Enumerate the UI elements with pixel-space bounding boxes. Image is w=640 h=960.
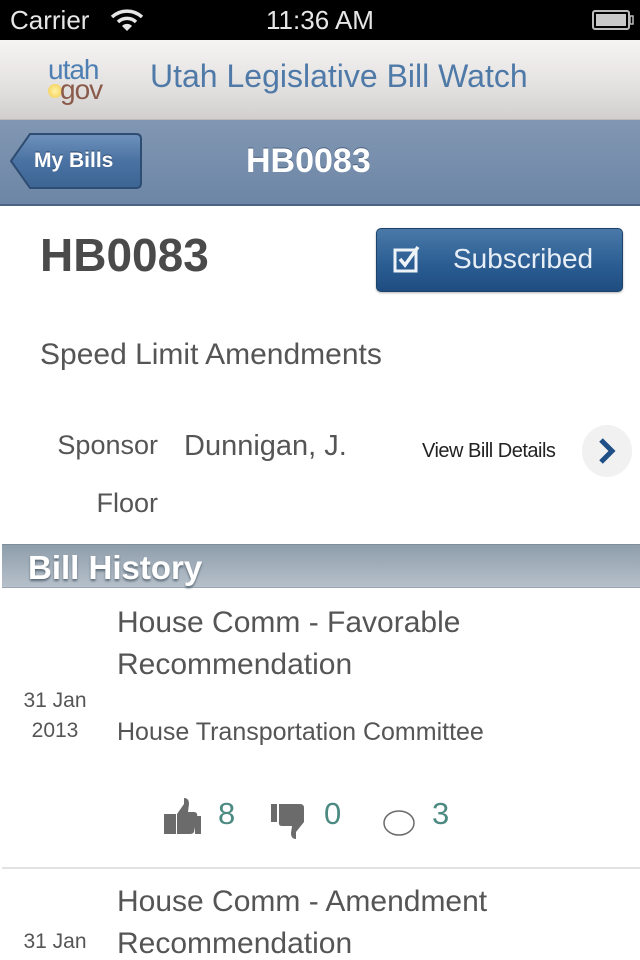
history-action: House Comm - Favorable Recommendation	[117, 602, 617, 686]
history-action-line1: House Comm - Favorable	[117, 606, 461, 639]
history-date-day: 31 Jan	[23, 930, 87, 953]
nav-title: HB0083	[246, 142, 371, 180]
floor-label: Floor	[96, 488, 158, 518]
back-button-my-bills[interactable]: My Bills	[10, 132, 142, 190]
sponsor-label: Sponsor	[57, 430, 158, 460]
history-action-line1: House Comm - Amendment	[117, 885, 488, 918]
logo-gov-text: gov	[60, 74, 103, 105]
history-date: 31 Jan 2013	[0, 686, 110, 746]
view-bill-details-link[interactable]: View Bill Details	[422, 440, 556, 463]
bill-id-heading: HB0083	[40, 229, 209, 281]
subscribe-button[interactable]: Subscribed	[376, 228, 623, 292]
battery-icon	[592, 10, 634, 30]
history-date-day: 31 Jan	[23, 689, 87, 712]
history-action-line2: Recommendation	[117, 927, 353, 960]
history-action: House Comm - Amendment Recommendation	[117, 881, 617, 960]
app-title: Utah Legislative Bill Watch	[150, 58, 528, 94]
bill-history-header: Bill History	[2, 544, 640, 588]
chevron-right-icon	[599, 438, 616, 464]
history-date-year: 2013	[31, 719, 79, 742]
absent-vote-count: 3	[432, 796, 450, 831]
subscribe-button-label: Subscribed	[453, 243, 594, 274]
checkbox-checked-icon	[393, 245, 420, 273]
bill-title: Speed Limit Amendments	[40, 338, 382, 371]
history-committee: House Transportation Committee	[117, 718, 484, 746]
history-action-line2: Recommendation	[117, 648, 353, 681]
absent-circle-icon	[383, 810, 415, 836]
bill-history-title: Bill History	[28, 549, 203, 586]
history-item[interactable]: House Comm - Amendment Recommendation 31…	[0, 869, 640, 960]
thumbs-up-icon	[164, 798, 201, 834]
no-vote-count: 0	[324, 796, 342, 831]
history-date: 31 Jan	[0, 927, 110, 957]
view-bill-details-button[interactable]	[582, 425, 632, 477]
back-button-label: My Bills	[34, 149, 114, 172]
clock: 11:36 AM	[266, 5, 374, 35]
sponsor-value: Dunnigan, J.	[184, 430, 347, 462]
vote-tally: 8 0 3	[0, 796, 640, 840]
status-bar: Carrier 11:36 AM	[0, 0, 640, 40]
yes-vote-count: 8	[218, 796, 236, 831]
utah-gov-logo: utah gov	[44, 52, 116, 108]
thumbs-down-icon	[271, 804, 304, 839]
